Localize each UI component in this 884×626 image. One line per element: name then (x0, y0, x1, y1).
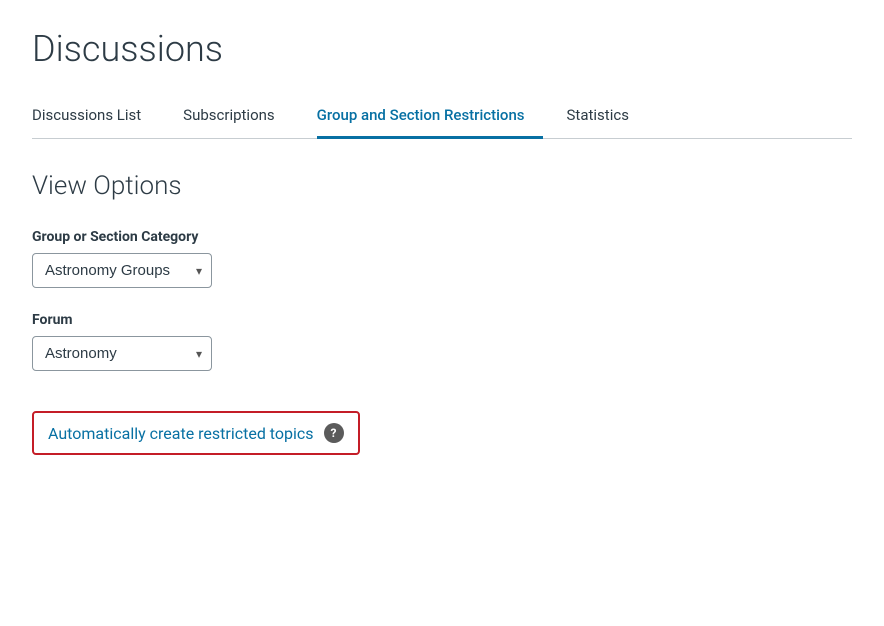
forum-select[interactable]: Astronomy Other (32, 336, 212, 371)
help-icon[interactable]: ? (324, 423, 344, 443)
restricted-topics-link[interactable]: Automatically create restricted topics (48, 424, 314, 443)
tab-subscriptions[interactable]: Subscriptions (183, 96, 292, 139)
group-section-category-select[interactable]: Astronomy Groups Other (32, 253, 212, 288)
group-section-category-wrapper: Astronomy Groups Other ▾ (32, 253, 212, 288)
tab-discussions-list[interactable]: Discussions List (32, 96, 159, 139)
group-section-category-group: Group or Section Category Astronomy Grou… (32, 229, 852, 288)
forum-label: Forum (32, 312, 852, 328)
view-options-title: View Options (32, 171, 852, 201)
group-section-category-label: Group or Section Category (32, 229, 852, 245)
restricted-topics-row: Automatically create restricted topics ? (32, 411, 360, 455)
tabs-nav: Discussions List Subscriptions Group and… (32, 95, 852, 139)
forum-select-wrapper: Astronomy Other ▾ (32, 336, 212, 371)
page-title: Discussions (32, 28, 852, 71)
tab-group-section-restrictions[interactable]: Group and Section Restrictions (317, 96, 543, 139)
page-wrapper: Discussions Discussions List Subscriptio… (0, 0, 884, 487)
main-content: View Options Group or Section Category A… (32, 171, 852, 455)
forum-group: Forum Astronomy Other ▾ (32, 312, 852, 371)
tab-statistics[interactable]: Statistics (567, 96, 647, 139)
